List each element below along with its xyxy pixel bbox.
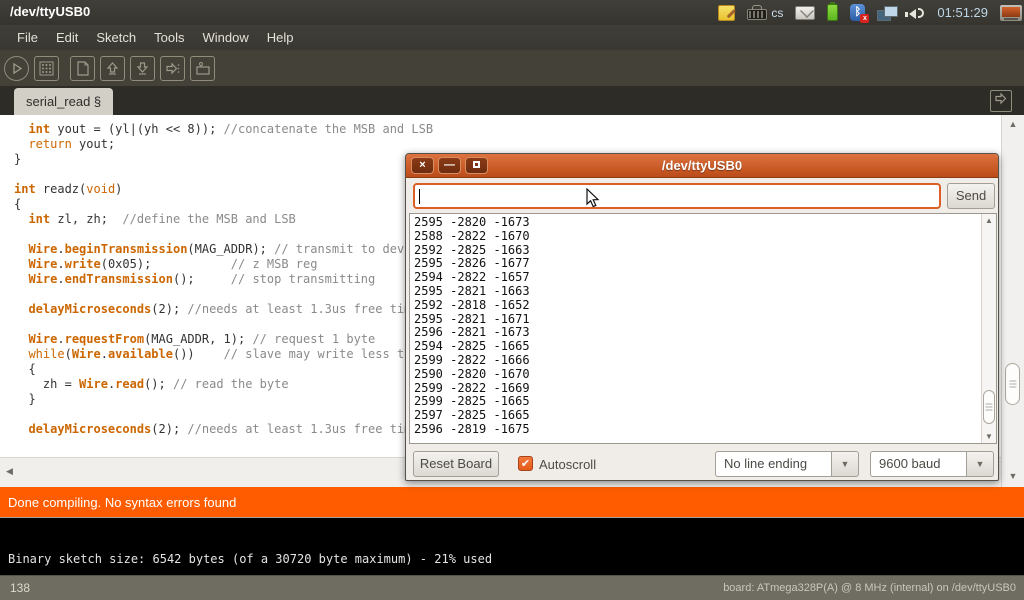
serial-line: 2595 -2820 -1673	[414, 216, 992, 230]
compile-status-bar: Done compiling. No syntax errors found	[0, 487, 1024, 517]
serial-line: 2596 -2821 -1673	[414, 326, 992, 340]
console-output: Binary sketch size: 6542 bytes (of a 307…	[0, 517, 1024, 575]
serial-line: 2592 -2825 -1663	[414, 244, 992, 258]
maximize-button[interactable]	[465, 157, 488, 174]
text-caret	[419, 189, 420, 204]
scroll-left-icon[interactable]: ◀	[6, 466, 13, 477]
arrow-right-icon	[165, 61, 181, 76]
open-button[interactable]	[100, 56, 125, 81]
arduino-ide-screen: /dev/ttyUSB0 cs ᛒx 01:51:29 FileEditSket…	[0, 0, 1024, 600]
tab-menu-button[interactable]	[990, 90, 1012, 112]
menu-help[interactable]: Help	[258, 27, 303, 48]
compile-status-message: Done compiling. No syntax errors found	[8, 495, 236, 510]
ide-status-bar: 138 board: ATmega328P(A) @ 8 MHz (intern…	[0, 575, 1024, 600]
serial-line: 2599 -2825 -1665	[414, 395, 992, 409]
serial-input-field[interactable]	[413, 183, 941, 209]
stop-button[interactable]	[34, 56, 59, 81]
keyboard-indicator-icon[interactable]	[747, 9, 767, 20]
baud-rate-dropdown[interactable]: 9600 baud ▼	[870, 451, 994, 477]
tab-arrow-icon	[994, 92, 1008, 110]
battery-indicator-icon[interactable]	[827, 4, 838, 21]
clock[interactable]: 01:51:29	[937, 5, 988, 20]
reset-board-button[interactable]: Reset Board	[413, 451, 499, 477]
scroll-up-icon[interactable]: ▲	[982, 216, 996, 225]
verify-button[interactable]	[4, 56, 29, 81]
serial-line: 2595 -2826 -1677	[414, 257, 992, 271]
scroll-down-icon[interactable]: ▼	[1002, 471, 1024, 481]
serial-output-area[interactable]: 2595 -2820 -16732588 -2822 -16702592 -28…	[409, 213, 997, 444]
mouse-cursor	[586, 188, 602, 215]
serial-monitor-icon	[195, 61, 211, 76]
bluetooth-indicator-icon[interactable]: ᛒx	[850, 4, 865, 21]
arrow-up-icon	[105, 61, 120, 76]
console-message: Binary sketch size: 6542 bytes (of a 307…	[8, 552, 492, 566]
serial-output-scrollbar[interactable]: ▲ ▼	[981, 214, 996, 443]
upload-button[interactable]	[160, 56, 185, 81]
mail-indicator-icon[interactable]	[795, 6, 815, 20]
keyboard-layout-label[interactable]: cs	[771, 6, 783, 20]
toolbar	[0, 50, 1024, 86]
chevron-down-icon[interactable]: ▼	[831, 451, 859, 477]
autoscroll-checkbox[interactable]: ✔	[518, 456, 533, 471]
play-icon	[10, 62, 23, 75]
scroll-down-icon[interactable]: ▼	[982, 432, 996, 441]
code-line: return yout;	[14, 137, 1001, 152]
new-sketch-button[interactable]	[70, 56, 95, 81]
serial-scrollbar-thumb[interactable]	[983, 390, 995, 424]
menu-tools[interactable]: Tools	[145, 27, 193, 48]
network-indicator-icon[interactable]	[877, 5, 897, 21]
menu-sketch[interactable]: Sketch	[87, 27, 145, 48]
serial-line: 2599 -2822 -1666	[414, 354, 992, 368]
system-panel: /dev/ttyUSB0 cs ᛒx 01:51:29	[0, 0, 1024, 25]
editor-vertical-scrollbar[interactable]: ▲ ▼	[1001, 115, 1024, 487]
editor-scrollbar-thumb[interactable]	[1005, 363, 1020, 405]
send-button[interactable]: Send	[947, 183, 995, 209]
notes-indicator-icon[interactable]	[718, 5, 735, 21]
bluetooth-off-badge: x	[860, 14, 869, 23]
serial-line: 2595 -2821 -1663	[414, 285, 992, 299]
serial-line: 2595 -2821 -1671	[414, 313, 992, 327]
line-ending-dropdown[interactable]: No line ending ▼	[715, 451, 859, 477]
arrow-down-icon	[135, 61, 150, 76]
serial-line: 2599 -2822 -1669	[414, 382, 992, 396]
serial-line: 2594 -2825 -1665	[414, 340, 992, 354]
serial-line: 2592 -2818 -1652	[414, 299, 992, 313]
line-ending-value[interactable]: No line ending	[715, 451, 831, 477]
baud-rate-value[interactable]: 9600 baud	[870, 451, 966, 477]
serial-line: 2596 -2819 -1675	[414, 423, 992, 437]
serial-monitor-window: /dev/ttyUSB0 × — Send 2595 -2820 -167325…	[405, 153, 999, 481]
stop-grid-icon	[39, 61, 54, 76]
serial-monitor-button[interactable]	[190, 56, 215, 81]
serial-output-lines: 2595 -2820 -16732588 -2822 -16702592 -28…	[410, 214, 996, 439]
system-tray: cs ᛒx 01:51:29	[718, 0, 1022, 25]
volume-indicator-icon[interactable]	[909, 5, 925, 21]
serial-line: 2588 -2822 -1670	[414, 230, 992, 244]
autoscroll-label[interactable]: Autoscroll	[539, 457, 596, 472]
board-info: board: ATmega328P(A) @ 8 MHz (internal) …	[723, 582, 1016, 594]
menubar: FileEditSketchToolsWindowHelp	[0, 25, 1024, 50]
menu-edit[interactable]: Edit	[47, 27, 87, 48]
session-indicator-icon[interactable]	[1000, 5, 1022, 21]
scroll-up-icon[interactable]: ▲	[1002, 119, 1024, 129]
tab-serial-read[interactable]: serial_read §	[14, 88, 113, 115]
menu-file[interactable]: File	[8, 27, 47, 48]
new-file-icon	[76, 61, 90, 76]
serial-line: 2594 -2822 -1657	[414, 271, 992, 285]
serial-line: 2590 -2820 -1670	[414, 368, 992, 382]
save-button[interactable]	[130, 56, 155, 81]
line-number-indicator: 138	[10, 581, 30, 595]
close-button[interactable]: ×	[411, 157, 434, 174]
tab-bar: serial_read §	[0, 86, 1024, 115]
code-line: int yout = (yl|(yh << 8)); //concatenate…	[14, 122, 1001, 137]
menu-window[interactable]: Window	[193, 27, 257, 48]
chevron-down-icon[interactable]: ▼	[966, 451, 994, 477]
serial-monitor-titlebar[interactable]: /dev/ttyUSB0 × —	[406, 154, 998, 178]
window-title: /dev/ttyUSB0	[10, 4, 90, 19]
serial-monitor-title: /dev/ttyUSB0	[406, 158, 998, 173]
serial-line: 2597 -2825 -1665	[414, 409, 992, 423]
minimize-button[interactable]: —	[438, 157, 461, 174]
